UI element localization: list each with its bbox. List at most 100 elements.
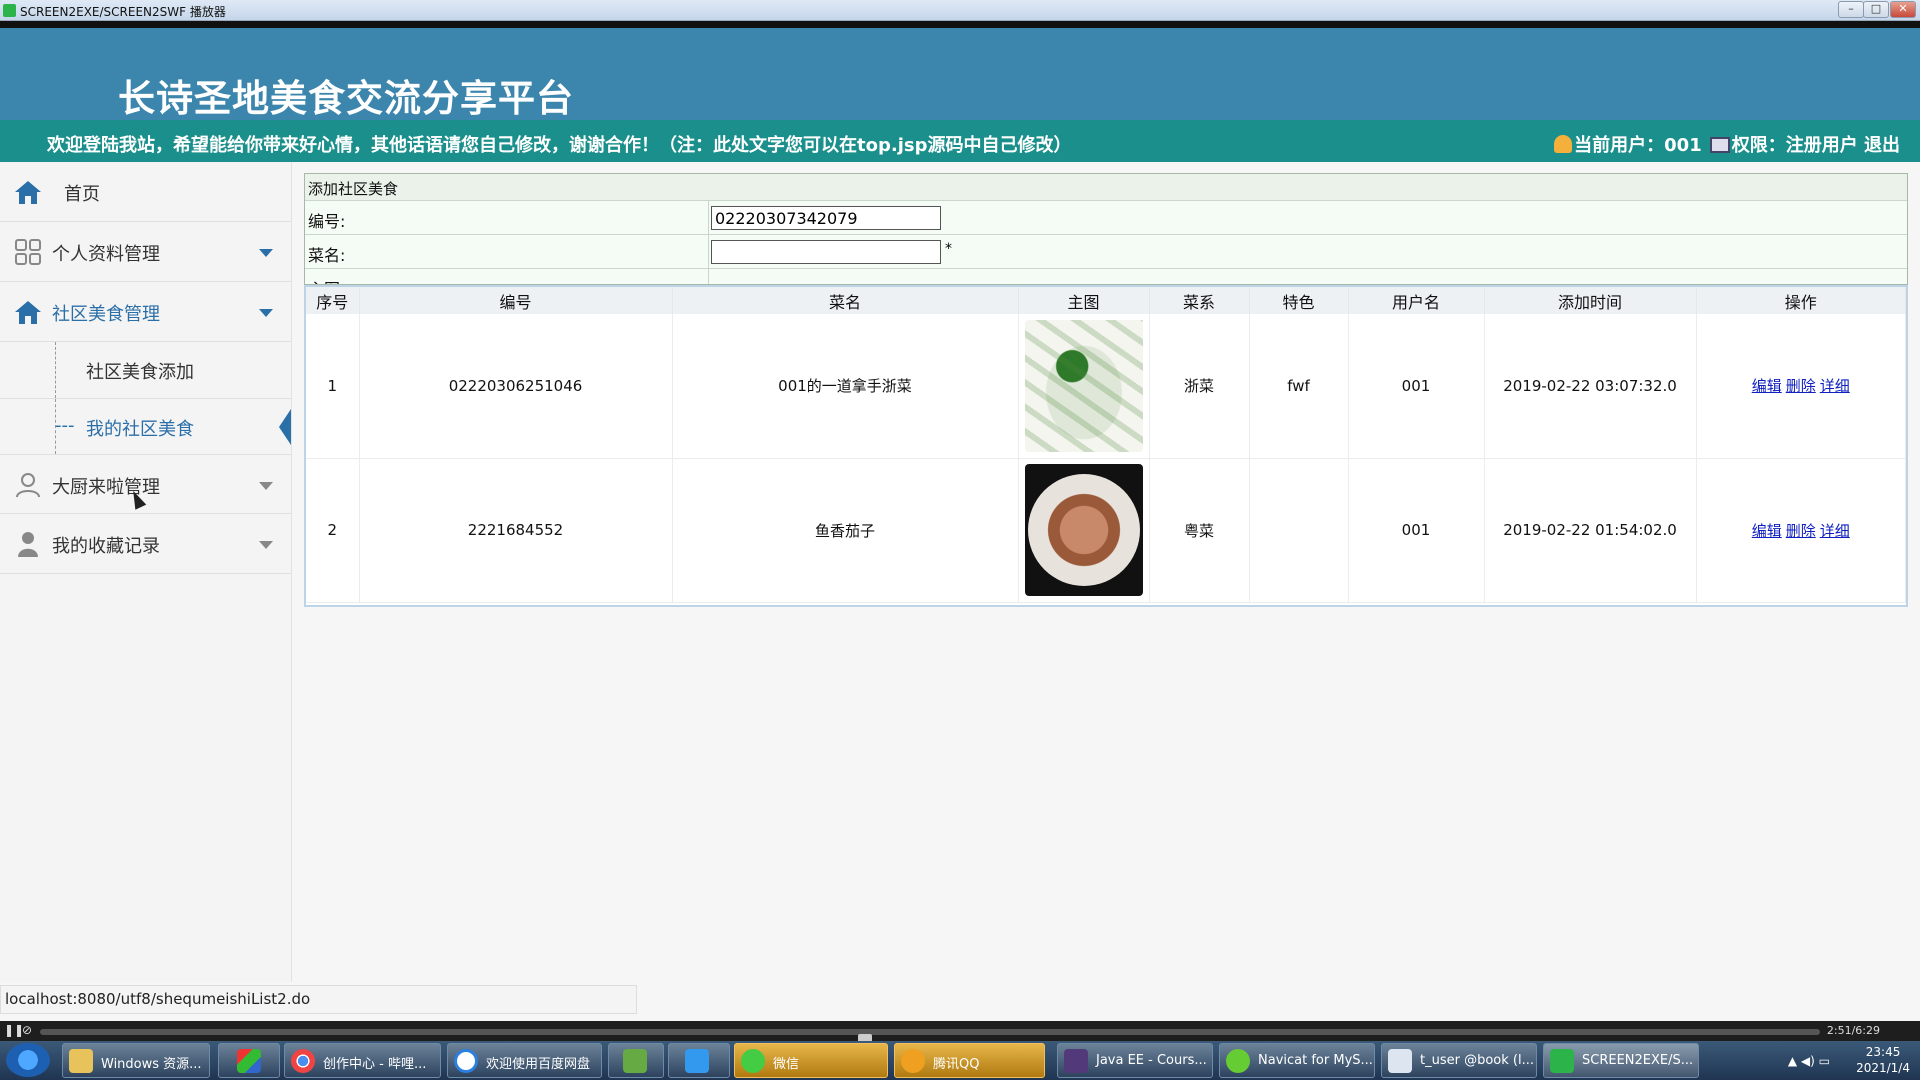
cell-time: 2019-02-22 01:54:02.0 — [1484, 458, 1697, 603]
detail-link[interactable]: 详细 — [1820, 377, 1850, 395]
sidebar-item-label: 首页 — [64, 184, 100, 205]
divider — [708, 235, 709, 268]
tree-line — [55, 342, 56, 398]
col-header: 序号 — [306, 287, 360, 314]
chevron-down-icon — [259, 482, 273, 490]
cell-time: 2019-02-22 03:07:32.0 — [1484, 314, 1697, 459]
sidebar-item-home[interactable]: 首页 — [0, 162, 291, 222]
sidebar-item-label: 我的收藏记录 — [52, 536, 160, 557]
taskbar-item-explorer[interactable]: Windows 资源... — [62, 1043, 210, 1078]
name-label: 菜名: — [308, 246, 346, 265]
taskbar-item-baidu[interactable]: 欢迎使用百度网盘 — [447, 1043, 602, 1078]
sidebar-item-label: 个人资料管理 — [52, 244, 160, 265]
stop-button[interactable]: ⊘ — [22, 1023, 32, 1037]
delete-link[interactable]: 删除 — [1786, 377, 1816, 395]
current-user-value: 001 — [1664, 135, 1702, 156]
sidebar-item-community[interactable]: 社区美食管理 — [0, 282, 291, 342]
navicat-icon — [1226, 1049, 1250, 1073]
taskbar-item-navicat[interactable]: Navicat for MyS... — [1219, 1043, 1375, 1078]
cell-cuisine: 浙菜 — [1149, 314, 1250, 459]
maximize-button[interactable]: □ — [1863, 1, 1889, 18]
divider — [708, 201, 709, 234]
col-header: 特色 — [1249, 287, 1349, 314]
taskbar-item-wechat[interactable]: 微信 — [734, 1043, 888, 1078]
taskbar-item-chrome[interactable]: 创作中心 - 哔哩... — [284, 1043, 441, 1078]
notice-text: 欢迎登陆我站，希望能给你带来好心情，其他话语请您自己修改，谢谢合作！（注：此处文… — [47, 135, 1072, 156]
form-row-name: 菜名: * — [305, 235, 1907, 269]
taskbar-item-tool[interactable] — [668, 1043, 730, 1078]
taskbar-item-screen2exe[interactable]: SCREEN2EXE/S... — [1543, 1043, 1699, 1078]
sidebar-subitem-mine[interactable]: --- 我的社区美食 — [0, 398, 291, 454]
permission-icon — [1709, 137, 1730, 153]
home-icon — [15, 301, 41, 324]
add-food-form: 添加社区美食 编号: 菜名: * 主图 — [304, 173, 1908, 285]
cell-feature: fwf — [1249, 314, 1349, 459]
start-button[interactable] — [6, 1043, 50, 1077]
sidebar-item-chef[interactable]: 大厨来啦管理 — [0, 454, 291, 514]
id-field[interactable] — [711, 206, 941, 230]
col-header: 主图 — [1018, 287, 1150, 314]
tray-icons[interactable]: ▲ ◀) ▭ — [1788, 1054, 1830, 1068]
sidebar-item-profile[interactable]: 个人资料管理 — [0, 222, 291, 282]
edit-link[interactable]: 编辑 — [1752, 377, 1782, 395]
taskbar: Windows 资源... 创作中心 - 哔哩... 欢迎使用百度网盘 微信 腾… — [0, 1041, 1920, 1080]
app-icon — [237, 1049, 261, 1073]
grid-icon — [15, 239, 41, 265]
delete-link[interactable]: 删除 — [1786, 522, 1816, 540]
cell-no: 2 — [306, 458, 360, 603]
form-row-image: 主图 — [305, 269, 1907, 284]
sidebar-subitem-add[interactable]: 社区美食添加 — [0, 342, 291, 398]
clock-date: 2021/1/4 — [1856, 1061, 1910, 1075]
food-table: 序号 编号 菜名 主图 菜系 特色 用户名 添加时间 操作 1 02220306 — [304, 285, 1908, 607]
cell-id: 2221684552 — [359, 458, 673, 603]
app-icon — [3, 4, 16, 17]
clock[interactable]: 23:45 2021/1/4 — [1856, 1044, 1910, 1076]
user-icon — [1554, 135, 1573, 153]
cell-user: 001 — [1348, 458, 1485, 603]
window-titlebar: SCREEN2EXE/SCREEN2SWF 播放器 – □ ✕ — [0, 0, 1920, 21]
taskbar-item-eclipse[interactable]: Java EE - Cours... — [1057, 1043, 1213, 1078]
taskbar-item-table[interactable]: t_user @book (l... — [1381, 1043, 1537, 1078]
divider — [708, 269, 709, 284]
table-row: 1 02220306251046 001的一道拿手浙菜 浙菜 fwf 001 2… — [306, 314, 1906, 459]
cell-actions: 编辑 删除 详细 — [1696, 458, 1906, 603]
active-indicator-icon — [279, 409, 291, 445]
sidebar-item-label: 大厨来啦管理 — [52, 477, 160, 498]
form-row-id: 编号: — [305, 201, 1907, 235]
permission-label: 权限： — [1731, 135, 1786, 156]
site-title: 长诗圣地美食交流分享平台 — [118, 76, 574, 120]
app-window: SCREEN2EXE/SCREEN2SWF 播放器 – □ ✕ 长诗圣地美食交流… — [0, 0, 1920, 1080]
speaker-icon — [901, 1049, 925, 1073]
sidebar-item-favorites[interactable]: 我的收藏记录 — [0, 514, 291, 574]
id-label: 编号: — [308, 212, 346, 231]
seek-bar[interactable] — [40, 1029, 1820, 1044]
col-header: 用户名 — [1348, 287, 1485, 314]
cell-feature — [1249, 458, 1349, 603]
table-row: 2 2221684552 鱼香茄子 粤菜 001 2019-02-22 01:5… — [306, 458, 1906, 603]
taskbar-item-app[interactable] — [218, 1043, 280, 1078]
chevron-down-icon — [259, 541, 273, 549]
grid-icon — [685, 1049, 709, 1073]
subitem-label: 我的社区美食 — [86, 419, 194, 440]
taskbar-item-chart[interactable] — [608, 1043, 664, 1078]
wechat-icon — [741, 1049, 765, 1073]
food-image — [1024, 464, 1143, 596]
clock-time: 23:45 — [1865, 1045, 1901, 1059]
detail-link[interactable]: 详细 — [1820, 522, 1850, 540]
logout-link[interactable]: 退出 — [1864, 135, 1900, 156]
notice-bar: 欢迎登陆我站，希望能给你带来好心情，其他话语请您自己修改，谢谢合作！（注：此处文… — [0, 120, 1920, 162]
col-header: 操作 — [1696, 287, 1906, 314]
home-icon — [15, 181, 41, 204]
required-mark: * — [945, 241, 952, 257]
minimize-button[interactable]: – — [1838, 1, 1864, 18]
player-controls: ❚❚ ⊘ 2:51/6:29 — [0, 1021, 1920, 1044]
name-field[interactable] — [711, 240, 941, 264]
edit-link[interactable]: 编辑 — [1752, 522, 1782, 540]
subitem-label: 社区美食添加 — [86, 362, 194, 383]
cell-id: 02220306251046 — [359, 314, 673, 459]
folder-icon — [69, 1049, 93, 1073]
taskbar-item-qq[interactable]: 腾讯QQ — [894, 1043, 1045, 1078]
cloud-icon — [454, 1049, 478, 1073]
close-button[interactable]: ✕ — [1890, 1, 1916, 18]
user-icon — [16, 473, 40, 498]
